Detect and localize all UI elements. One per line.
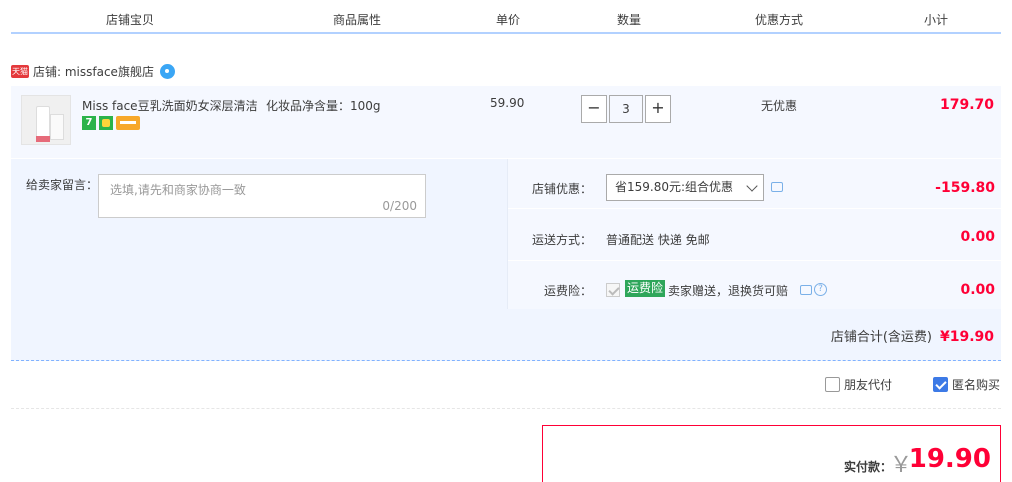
insurance-description: 卖家赠送，退换货可赔 (668, 284, 789, 298)
discount-amount: -159.80 (935, 180, 995, 196)
order-options-panel: 给卖家留言： 选填,请先和商家协商一致 0/200 店铺优惠： 省159.80元… (11, 159, 1002, 361)
product-attribute: 化妆品净含量：100g (266, 99, 381, 113)
quantity-input[interactable]: 3 (609, 95, 643, 123)
comment-icon[interactable] (771, 182, 783, 192)
divider (11, 408, 1001, 409)
service-badges: 7 (82, 116, 140, 130)
insurance-amount: 0.00 (960, 282, 995, 298)
discount-row: 店铺优惠： 省159.80元:组合优惠 -159.80 (508, 159, 1002, 209)
header-col-subtotal: 小计 (924, 13, 949, 27)
header-col-price: 单价 (496, 13, 521, 27)
comment-icon[interactable] (800, 285, 812, 295)
anonymous-option[interactable]: 匿名购买 (933, 376, 1000, 393)
quantity-stepper: − 3 + (581, 95, 671, 123)
friend-pay-label: 朋友代付 (844, 378, 893, 392)
shipping-amount: 0.00 (960, 229, 995, 245)
discount-select[interactable]: 省159.80元:组合优惠 (606, 174, 764, 201)
header-separator (688, 30, 690, 32)
item-subtotal: 179.70 (939, 97, 994, 113)
shipping-method: 普通配送 快递 免邮 (606, 233, 710, 247)
payment-amount: 19.90 (908, 444, 991, 474)
shop-total: 店铺合计(含运费) ¥19.90 (831, 326, 994, 345)
cart-item-row: Miss face豆乳洗面奶女深层清洁 7 化妆品净含量：100g 59.90 … (11, 86, 1001, 158)
guarantee-icon[interactable] (99, 116, 113, 130)
header-col-promo: 优惠方式 (755, 13, 804, 27)
header-col-attr: 商品属性 (333, 13, 382, 27)
credit-card-icon[interactable] (116, 116, 140, 130)
product-title-link[interactable]: Miss face豆乳洗面奶女深层清洁 (82, 97, 257, 114)
chevron-down-icon (746, 180, 758, 192)
cart-header: 店铺宝贝 商品属性 单价 数量 优惠方式 小计 (11, 0, 1001, 34)
insurance-checkbox[interactable] (606, 283, 620, 297)
discount-selected: 省159.80元:组合优惠 (615, 180, 734, 194)
header-separator (265, 30, 267, 32)
unit-price: 59.90 (490, 96, 525, 110)
shipping-label: 运送方式： (532, 233, 593, 247)
discount-label: 店铺优惠： (532, 182, 593, 196)
shop-total-amount: ¥19.90 (939, 329, 994, 345)
insurance-label: 运费险： (544, 284, 593, 298)
decrease-button[interactable]: − (581, 95, 607, 123)
anonymous-checkbox[interactable] (933, 377, 948, 392)
help-icon[interactable]: ? (814, 283, 827, 296)
shop-name-link[interactable]: 店铺: missface旗舰店 (33, 63, 154, 80)
shop-total-label: 店铺合计(含运费) (830, 330, 932, 345)
insurance-row: 运费险： 运费险 卖家赠送，退换货可赔 ? 0.00 (508, 263, 1002, 313)
product-thumbnail[interactable] (21, 95, 71, 145)
increase-button[interactable]: + (645, 95, 671, 123)
header-col-qty: 数量 (617, 13, 642, 27)
tmall-icon: 天猫 (11, 64, 29, 78)
order-details: 店铺优惠： 省159.80元:组合优惠 -159.80 运送方式： 普通配送 快… (507, 159, 1002, 309)
seven-day-return-icon[interactable]: 7 (82, 116, 96, 130)
message-counter: 0/200 (382, 199, 417, 213)
insurance-badge: 运费险 (625, 280, 666, 297)
shop-row: 天猫 店铺: missface旗舰店 (11, 61, 175, 81)
promotion-text: 无优惠 (761, 99, 798, 113)
header-separator (567, 30, 569, 32)
header-separator (445, 30, 447, 32)
friend-pay-checkbox[interactable] (825, 377, 840, 392)
seller-message-label: 给卖家留言： (26, 178, 99, 192)
friend-pay-option[interactable]: 朋友代付 (825, 376, 892, 393)
anonymous-label: 匿名购买 (952, 378, 1001, 392)
header-col-item: 店铺宝贝 (106, 13, 155, 27)
message-placeholder: 选填,请先和商家协商一致 (110, 183, 246, 197)
payment-label: 实付款： (843, 460, 892, 474)
header-separator (869, 30, 871, 32)
payment-summary: 实付款： ￥ 19.90 (542, 425, 1001, 482)
chat-icon[interactable] (159, 63, 175, 79)
seller-message-input[interactable]: 选填,请先和商家协商一致 0/200 (98, 174, 426, 218)
shipping-row: 运送方式： 普通配送 快递 免邮 0.00 (508, 211, 1002, 261)
